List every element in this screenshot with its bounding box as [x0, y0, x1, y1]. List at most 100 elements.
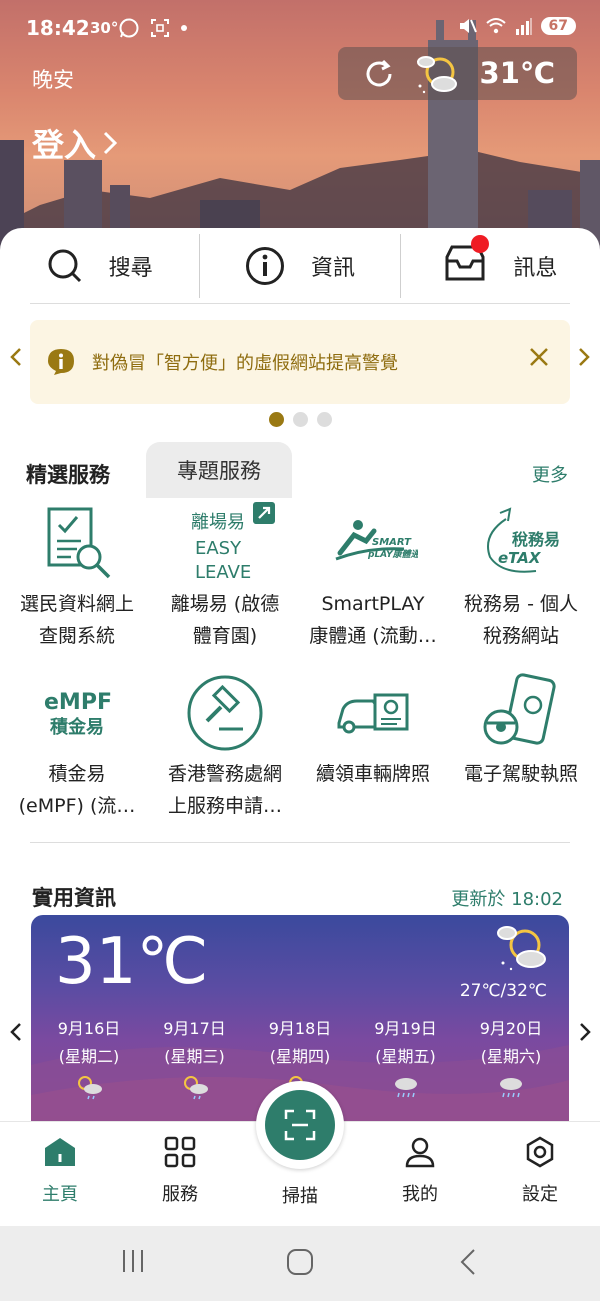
svg-text:pLAY康體通: pLAY康體通	[367, 549, 418, 560]
forecast-weekday: (星期二)	[58, 1047, 120, 1066]
service-voter-records[interactable]: 選民資料網上 查閱系統	[3, 498, 151, 652]
notice-prev-arrow-icon[interactable]	[8, 346, 24, 368]
quick-messages-button[interactable]: 訊息	[401, 228, 600, 304]
nav-settings[interactable]: 設定	[490, 1136, 590, 1206]
sun-cloud-night-icon	[417, 56, 457, 94]
etax-logo-icon: 稅務易 eTAX	[487, 507, 560, 573]
service-empf[interactable]: eMPF 積金易 積金易 (eMPF) (流…	[3, 668, 151, 822]
sun-cloud-rain-icon	[78, 1076, 102, 1100]
service-etax[interactable]: 稅務易 eTAX 稅務易 - 個人 稅務網站	[447, 498, 595, 652]
alert-info-icon	[48, 349, 74, 375]
forecast-date: 9月16日	[57, 1019, 121, 1038]
easy-leave-logo-icon: 離場易 EASY LEAVE	[191, 502, 275, 583]
tab-topic-label: 專題服務	[177, 459, 261, 483]
scan-button[interactable]	[256, 1081, 344, 1169]
forecast-next-arrow-icon[interactable]	[577, 1020, 593, 1044]
nav-home[interactable]: 主頁	[10, 1136, 110, 1206]
forecast-date: 9月19日	[374, 1019, 437, 1038]
mute-icon	[459, 19, 477, 33]
service-label: 積金易 (eMPF) (流…	[18, 763, 136, 817]
nav-services-label: 服務	[162, 1184, 198, 1205]
service-label: 選民資料網上 查閱系統	[19, 593, 134, 647]
notice-next-arrow-icon[interactable]	[576, 346, 592, 368]
weather-widget[interactable]: 31℃	[338, 47, 577, 100]
greeting-text: 晚安	[32, 68, 74, 92]
svg-text:離場易: 離場易	[191, 512, 245, 533]
smartplay-logo-icon: SMART pLAY康體通	[335, 520, 418, 561]
sun-cloud-night-icon	[497, 926, 546, 971]
vehicle-licence-icon	[337, 693, 409, 734]
svg-text:eMPF: eMPF	[44, 690, 112, 715]
temperature-range: 27℃/32℃	[459, 981, 547, 1001]
main-card: 搜尋 資訊 訊息 對偽冒「智方便」的虛假網站提高警覺 精選服務 專題服務 更多 …	[0, 228, 600, 1123]
nav-profile-label: 我的	[402, 1184, 438, 1205]
svg-text:eTAX: eTAX	[498, 549, 542, 567]
empf-logo-icon: eMPF 積金易	[44, 690, 112, 738]
current-temperature: 31℃	[55, 925, 209, 999]
system-navigation-bar	[0, 1226, 600, 1301]
forecast-day: 9月19日 (星期五)	[356, 1015, 456, 1101]
screenshot-icon	[151, 19, 169, 37]
quick-search-label: 搜尋	[108, 256, 153, 281]
service-police[interactable]: 香港警務處網 上服務申請…	[151, 668, 299, 822]
service-label: 稅務易 - 個人 稅務網站	[464, 593, 578, 647]
police-gavel-icon	[187, 675, 263, 751]
back-button-icon[interactable]	[458, 1248, 480, 1276]
forecast-date: 9月17日	[163, 1019, 226, 1038]
svg-text:EASY: EASY	[195, 538, 242, 559]
carousel-dot[interactable]	[269, 412, 284, 427]
service-label: SmartPLAY 康體通 (流動…	[309, 593, 437, 647]
quick-info-label: 資訊	[310, 256, 355, 281]
forecast-date: 9月20日	[479, 1019, 543, 1038]
nav-scan-label: 掃描	[282, 1186, 318, 1207]
home-icon	[45, 1138, 75, 1166]
useful-info-title: 實用資訊	[32, 886, 116, 910]
nav-services[interactable]: 服務	[130, 1136, 230, 1206]
carousel-dot[interactable]	[293, 412, 308, 427]
grid-icon	[164, 1136, 196, 1168]
nav-settings-label: 設定	[522, 1184, 558, 1205]
nav-scan[interactable]: 掃描	[250, 1182, 350, 1208]
service-e-driving-licence[interactable]: 電子駕駛執照	[447, 668, 595, 790]
close-icon[interactable]	[528, 346, 550, 368]
forecast-date: 9月18日	[268, 1019, 332, 1038]
signal-icon	[515, 18, 532, 35]
svg-text:稅務易: 稅務易	[512, 530, 560, 549]
status-time: 18:42	[26, 16, 90, 40]
home-button-icon[interactable]	[286, 1248, 314, 1276]
notice-banner[interactable]: 對偽冒「智方便」的虛假網站提高警覺	[30, 320, 570, 404]
search-icon	[48, 249, 81, 283]
notification-dot-icon	[181, 25, 187, 31]
service-label: 香港警務處網 上服務申請…	[167, 763, 282, 817]
svg-text:積金易: 積金易	[49, 716, 104, 738]
quick-search-button[interactable]: 搜尋	[0, 228, 199, 304]
login-label: 登入	[32, 126, 97, 164]
carousel-dot[interactable]	[317, 412, 332, 427]
cloud-rain-icon	[500, 1078, 522, 1098]
carousel-dots	[269, 412, 332, 427]
scan-icon	[284, 1109, 316, 1141]
nav-profile[interactable]: 我的	[370, 1136, 470, 1206]
wifi-icon	[485, 18, 506, 34]
service-tabs: 精選服務 專題服務 更多	[0, 442, 600, 498]
chevron-right-icon	[103, 131, 118, 155]
info-icon	[245, 247, 284, 285]
quick-info-button[interactable]: 資訊	[200, 228, 399, 304]
login-button[interactable]: 登入	[32, 120, 120, 166]
service-vehicle-licence[interactable]: 續領車輛牌照	[299, 668, 447, 790]
service-smartplay[interactable]: SMART pLAY康體通 SmartPLAY 康體通 (流動…	[299, 498, 447, 652]
more-link[interactable]: 更多	[532, 461, 568, 487]
service-label: 續領車輛牌照	[315, 763, 430, 785]
e-driving-licence-icon	[483, 673, 556, 745]
refresh-icon[interactable]	[362, 57, 396, 91]
tab-topic-services[interactable]: 專題服務	[146, 442, 292, 498]
svg-text:LEAVE: LEAVE	[195, 562, 251, 583]
tab-featured-services[interactable]: 精選服務	[26, 459, 110, 489]
recent-apps-icon[interactable]	[120, 1248, 146, 1274]
hero-banner: 18:42 30° 67 晚安 登入 31℃	[0, 0, 600, 260]
forecast-day: 9月20日 (星期六)	[461, 1015, 561, 1101]
forecast-prev-arrow-icon[interactable]	[8, 1020, 24, 1044]
forecast-day: 9月16日 (星期二)	[39, 1015, 139, 1101]
service-easy-leave[interactable]: 離場易 EASY LEAVE 離場易 (啟德 體育園)	[151, 498, 299, 652]
svg-text:SMART: SMART	[372, 537, 412, 548]
